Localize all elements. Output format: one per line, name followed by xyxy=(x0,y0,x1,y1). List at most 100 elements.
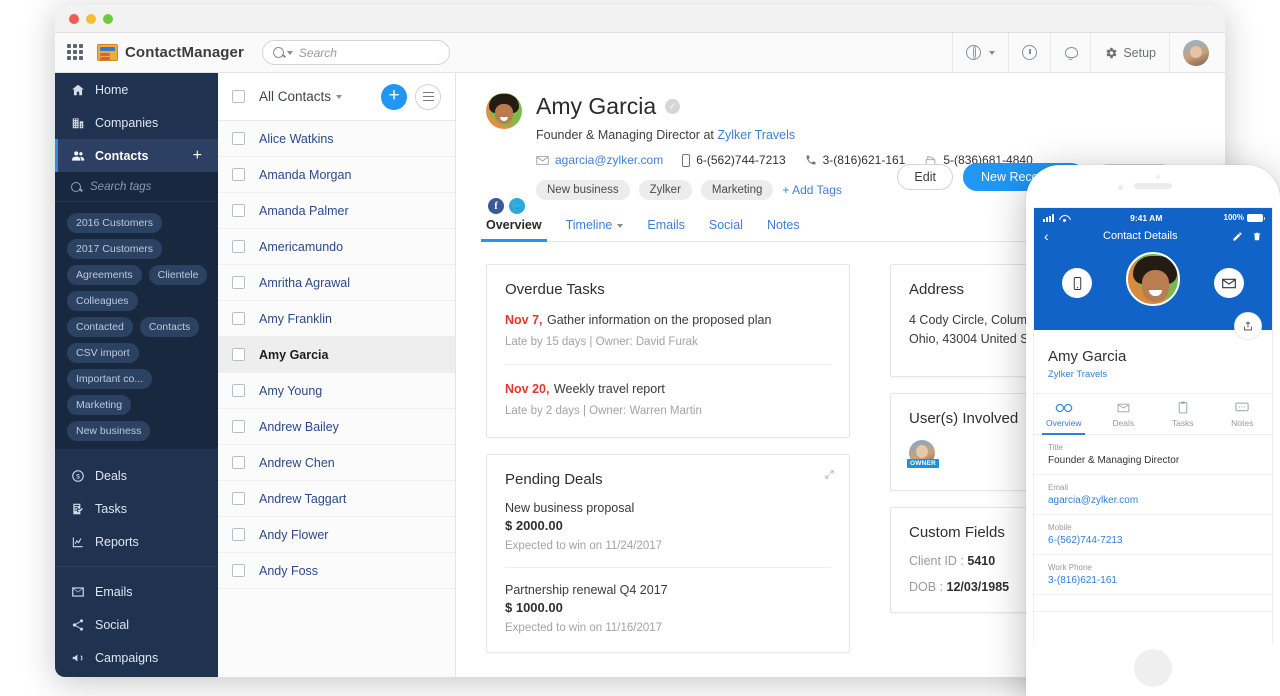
list-item[interactable]: Andy Flower xyxy=(218,517,455,553)
email-field[interactable]: agarcia@zylker.com xyxy=(536,153,663,167)
sidebar-item-deals[interactable]: $ Deals xyxy=(55,459,218,492)
phone-tab-tasks[interactable]: Tasks xyxy=(1153,394,1213,434)
row-checkbox[interactable] xyxy=(232,384,245,397)
deal-item[interactable]: Partnership renewal Q4 2017 $ 1000.00 Ex… xyxy=(505,567,831,634)
row-checkbox[interactable] xyxy=(232,312,245,325)
row-checkbox[interactable] xyxy=(232,132,245,145)
search-input[interactable]: Search xyxy=(262,40,450,65)
phone-tab-notes[interactable]: Notes xyxy=(1213,394,1273,434)
list-item[interactable]: Amanda Morgan xyxy=(218,157,455,193)
tab-overview[interactable]: Overview xyxy=(486,218,542,241)
list-item[interactable]: Andrew Taggart xyxy=(218,481,455,517)
user-menu[interactable] xyxy=(1169,33,1213,73)
sidebar-item-companies[interactable]: Companies xyxy=(55,106,218,139)
task-item[interactable]: Nov 7, Gather information on the propose… xyxy=(505,311,831,350)
row-checkbox[interactable] xyxy=(232,564,245,577)
edit-button[interactable]: Edit xyxy=(897,164,953,190)
row-checkbox[interactable] xyxy=(232,348,245,361)
list-item[interactable]: Amy Franklin xyxy=(218,301,455,337)
tab-emails[interactable]: Emails xyxy=(647,218,685,241)
chevron-left-icon[interactable]: ‹ xyxy=(1044,229,1049,243)
notifications-button[interactable] xyxy=(1050,33,1090,73)
list-item[interactable]: Amy Young xyxy=(218,373,455,409)
list-item[interactable]: Andrew Chen xyxy=(218,445,455,481)
deal-item[interactable]: New business proposal $ 2000.00 Expected… xyxy=(505,501,831,552)
sidebar-item-contacts[interactable]: Contacts + xyxy=(55,139,218,172)
tag-chip[interactable]: New business xyxy=(67,421,150,441)
list-item[interactable]: Amritha Agrawal xyxy=(218,265,455,301)
trash-icon[interactable] xyxy=(1252,231,1262,242)
tag-chip[interactable]: Important co... xyxy=(67,369,152,389)
phone-field-email[interactable]: Email agarcia@zylker.com xyxy=(1034,475,1272,515)
tag-chip[interactable]: CSV import xyxy=(67,343,139,363)
phone-tab-overview[interactable]: Overview xyxy=(1034,394,1094,434)
row-checkbox[interactable] xyxy=(232,204,245,217)
tag-chip[interactable]: Contacted xyxy=(67,317,133,337)
field-value[interactable]: 3-(816)621-161 xyxy=(1048,575,1258,586)
window-maximize-button[interactable] xyxy=(103,14,113,24)
phone-contact-company[interactable]: Zylker Travels xyxy=(1034,365,1272,393)
list-item[interactable]: Americamundo xyxy=(218,229,455,265)
tab-timeline[interactable]: Timeline xyxy=(566,218,624,241)
contact-tag[interactable]: Marketing xyxy=(701,180,774,200)
expand-icon[interactable] xyxy=(824,469,835,480)
share-button[interactable] xyxy=(1234,312,1262,340)
sidebar-item-reports[interactable]: Reports xyxy=(55,525,218,558)
recent-activity-button[interactable] xyxy=(1008,33,1050,73)
field-value[interactable]: 6-(562)744-7213 xyxy=(1048,535,1258,546)
tag-chip[interactable]: Contacts xyxy=(140,317,199,337)
sidebar-item-campaigns[interactable]: Campaigns xyxy=(55,641,218,674)
list-item[interactable]: Amanda Palmer xyxy=(218,193,455,229)
owner-avatar[interactable]: OWNER xyxy=(909,440,935,466)
sidebar-item-social[interactable]: Social xyxy=(55,608,218,641)
email-value[interactable]: agarcia@zylker.com xyxy=(555,153,663,167)
row-checkbox[interactable] xyxy=(232,168,245,181)
tag-chip[interactable]: 2017 Customers xyxy=(67,239,162,259)
phone-tab-deals[interactable]: Deals xyxy=(1094,394,1154,434)
window-minimize-button[interactable] xyxy=(86,14,96,24)
phone-field-work-phone[interactable]: Work Phone 3-(816)621-161 xyxy=(1034,555,1272,595)
row-checkbox[interactable] xyxy=(232,240,245,253)
call-button[interactable] xyxy=(1062,268,1092,298)
contact-tag[interactable]: New business xyxy=(536,180,630,200)
sidebar-item-emails[interactable]: Emails xyxy=(55,575,218,608)
search-scope-chevron-down-icon[interactable] xyxy=(287,51,293,55)
row-checkbox[interactable] xyxy=(232,420,245,433)
tag-search-input[interactable]: Search tags xyxy=(55,172,218,202)
phone-field-mobile[interactable]: Mobile 6-(562)744-7213 xyxy=(1034,515,1272,555)
list-item-selected[interactable]: Amy Garcia xyxy=(218,337,455,373)
list-item[interactable]: Andy Foss xyxy=(218,553,455,589)
tab-social[interactable]: Social xyxy=(709,218,743,241)
tab-notes[interactable]: Notes xyxy=(767,218,800,241)
tag-chip[interactable]: Marketing xyxy=(67,395,131,415)
tag-chip[interactable]: Agreements xyxy=(67,265,142,285)
hamburger-icon[interactable] xyxy=(415,84,441,110)
sidebar-item-tasks[interactable]: Tasks xyxy=(55,492,218,525)
select-all-checkbox[interactable] xyxy=(232,90,245,103)
field-value[interactable]: agarcia@zylker.com xyxy=(1048,495,1258,506)
tag-chip[interactable]: 2016 Customers xyxy=(67,213,162,233)
add-tags-button[interactable]: + Add Tags xyxy=(782,183,842,197)
tag-chip[interactable]: Colleagues xyxy=(67,291,138,311)
row-checkbox[interactable] xyxy=(232,528,245,541)
row-checkbox[interactable] xyxy=(232,276,245,289)
add-contact-icon[interactable]: + xyxy=(193,148,202,164)
email-button[interactable] xyxy=(1214,268,1244,298)
tag-chip[interactable]: Clientele xyxy=(149,265,208,285)
sidebar-item-home[interactable]: Home xyxy=(55,73,218,106)
list-item[interactable]: Andrew Bailey xyxy=(218,409,455,445)
contact-list-title[interactable]: All Contacts xyxy=(259,89,342,104)
row-checkbox[interactable] xyxy=(232,492,245,505)
facebook-icon[interactable]: f xyxy=(488,198,504,214)
window-close-button[interactable] xyxy=(69,14,79,24)
apps-grid-icon[interactable] xyxy=(67,44,85,62)
phone-home-button[interactable] xyxy=(1134,649,1172,687)
setup-button[interactable]: Setup xyxy=(1090,33,1169,73)
language-selector[interactable] xyxy=(952,33,1008,73)
list-item[interactable]: Alice Watkins xyxy=(218,121,455,157)
contact-tag[interactable]: Zylker xyxy=(639,180,692,200)
pencil-icon[interactable] xyxy=(1232,231,1243,242)
company-link[interactable]: Zylker Travels xyxy=(717,128,795,142)
add-record-button[interactable]: + xyxy=(381,84,407,110)
row-checkbox[interactable] xyxy=(232,456,245,469)
